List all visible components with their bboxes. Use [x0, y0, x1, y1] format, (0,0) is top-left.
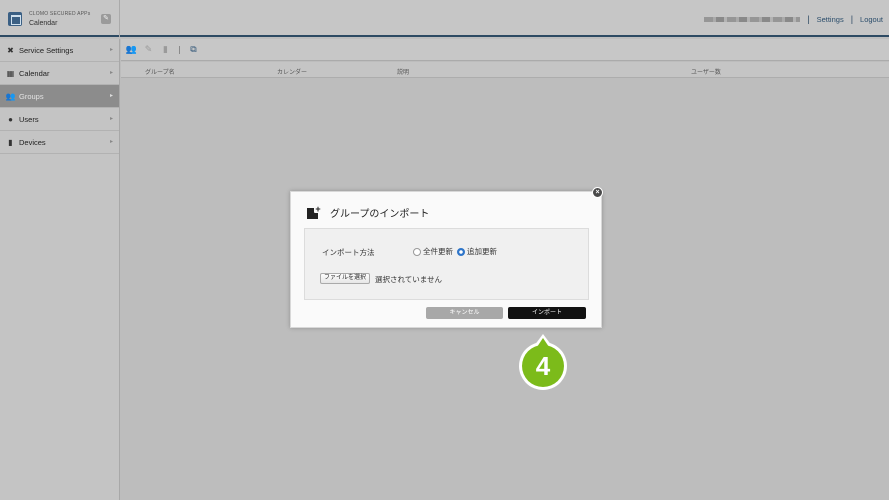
close-icon[interactable]: ×: [592, 187, 603, 198]
brand-text: CLOMO SECURED APPs Calendar: [29, 10, 90, 28]
import-group-icon: [307, 204, 322, 219]
chevron-right-icon: ▸: [109, 116, 113, 122]
import-icon[interactable]: ⧉: [188, 44, 199, 55]
tools-icon: ✖: [7, 45, 14, 55]
column-user-count[interactable]: ユーザー数: [691, 67, 721, 76]
toolbar: 👥 ✎ ▮ ⧉: [121, 39, 889, 61]
sidebar-item-label: Devices: [19, 137, 46, 147]
radio-append-update[interactable]: [457, 247, 465, 256]
calendar-icon: ▦: [6, 68, 15, 78]
step-number: 4: [522, 345, 564, 387]
settings-link[interactable]: Settings: [817, 15, 844, 24]
sidebar-item-label: Service Settings: [19, 45, 74, 55]
logout-link[interactable]: Logout: [860, 15, 883, 24]
header-separator: |: [850, 14, 854, 24]
brand-app-name: Calendar: [29, 19, 58, 27]
brand[interactable]: CLOMO SECURED APPs Calendar ✎: [0, 0, 120, 37]
import-button[interactable]: インポート: [508, 307, 586, 319]
sidebar-item-label: Calendar: [19, 68, 50, 78]
chevron-right-icon: ▸: [109, 93, 113, 99]
sidebar-item-service-settings[interactable]: ✖ Service Settings ▸: [0, 39, 119, 62]
step-marker: 4: [518, 334, 568, 390]
dialog-title: グループのインポート: [307, 204, 430, 220]
top-header: CLOMO SECURED APPs Calendar ✎ | Settings…: [0, 0, 889, 37]
sidebar-item-groups[interactable]: 👥 Groups ▸: [0, 85, 119, 108]
users-icon: 👥: [5, 91, 16, 101]
sidebar-item-users[interactable]: ● Users ▸: [0, 108, 119, 131]
app-logo-icon: [8, 11, 22, 26]
radio-full-update-label[interactable]: 全件更新: [423, 246, 453, 257]
table-header: グループ名 カレンダー 説明 ユーザー数: [121, 62, 889, 78]
import-dialog: × グループのインポート インポート方法 全件更新 追加更新 ファイルを選択 選…: [290, 187, 603, 328]
file-status-text: 選択されていません: [375, 275, 443, 284]
sidebar: ✖ Service Settings ▸ ▦ Calendar ▸ 👥 Grou…: [0, 39, 120, 500]
sidebar-item-label: Users: [19, 114, 39, 124]
column-calendar[interactable]: カレンダー: [277, 67, 307, 76]
sidebar-item-devices[interactable]: ▮ Devices ▸: [0, 131, 119, 154]
delete-icon[interactable]: ▮: [160, 44, 171, 55]
edit-icon[interactable]: ✎: [143, 44, 154, 55]
column-group-name[interactable]: グループ名: [145, 67, 175, 76]
cancel-button[interactable]: キャンセル: [426, 307, 503, 319]
dialog-title-text: グループのインポート: [330, 209, 430, 220]
radio-append-update-label[interactable]: 追加更新: [467, 246, 497, 257]
column-description[interactable]: 説明: [397, 67, 409, 76]
header-links: | Settings | Logout: [704, 14, 883, 24]
chevron-right-icon: ▸: [109, 47, 113, 53]
choose-file-button[interactable]: ファイルを選択: [320, 273, 371, 284]
toolbar-divider: [179, 45, 180, 54]
app-switch-icon[interactable]: ✎: [101, 14, 111, 24]
brand-product-name: CLOMO SECURED APPs: [29, 10, 91, 17]
header-separator: |: [807, 14, 810, 24]
user-icon: ●: [8, 114, 13, 124]
radio-full-update[interactable]: [413, 247, 421, 256]
chevron-right-icon: ▸: [109, 70, 113, 76]
sidebar-item-calendar[interactable]: ▦ Calendar ▸: [0, 62, 119, 85]
chevron-right-icon: ▸: [109, 139, 113, 145]
blurred-user-name: [704, 16, 801, 22]
add-group-icon[interactable]: 👥: [126, 44, 137, 55]
import-method-label: インポート方法: [322, 248, 375, 257]
import-form-panel: インポート方法 全件更新 追加更新 ファイルを選択 選択されていません: [304, 228, 589, 300]
sidebar-item-label: Groups: [19, 91, 44, 101]
device-icon: ▮: [8, 137, 13, 147]
import-method-radio-group: 全件更新 追加更新: [413, 246, 501, 257]
